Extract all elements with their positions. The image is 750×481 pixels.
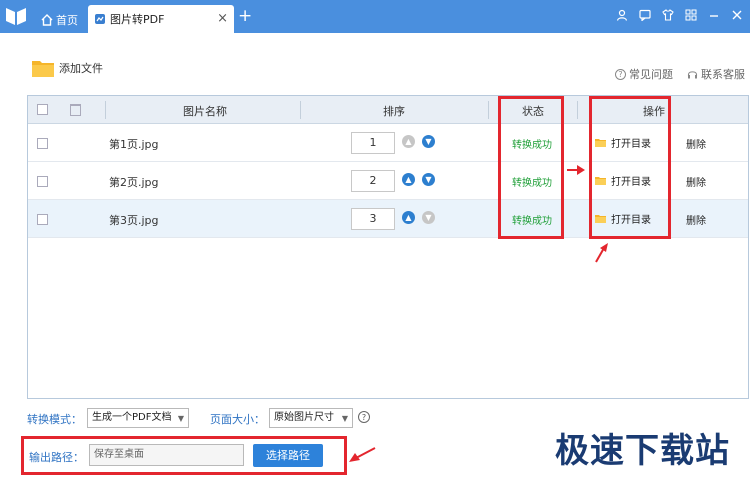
message-icon[interactable] (638, 8, 652, 22)
open-folder-link[interactable]: 打开目录 (595, 135, 651, 150)
order-input[interactable]: 1 (351, 132, 395, 154)
status-text: 转换成功 (512, 140, 552, 151)
contact-link[interactable]: 联系客服 (687, 66, 745, 82)
page-size-label: 页面大小： (210, 413, 265, 426)
faq-link[interactable]: ? 常见问题 (615, 66, 673, 82)
tab-image-to-pdf-label: 图片转PDF (110, 13, 165, 26)
order-input[interactable]: 3 (351, 208, 395, 230)
move-down-icon[interactable]: ▼ (422, 135, 435, 148)
headset-icon (687, 70, 698, 78)
delete-link[interactable]: 删除 (686, 212, 706, 227)
choose-path-button[interactable]: 选择路径 (253, 444, 323, 467)
tab-home[interactable]: 首页 (37, 6, 85, 33)
app-logo-icon (6, 8, 26, 25)
mode-select[interactable]: 生成一个PDF文档 ▼ (87, 408, 189, 428)
move-up-icon: ▲ (402, 135, 415, 148)
folder-icon (32, 61, 54, 77)
output-path-label: 输出路径： (29, 451, 84, 464)
move-down-icon[interactable]: ▼ (422, 173, 435, 186)
add-tab-icon[interactable]: + (238, 7, 252, 25)
title-bar: 首页 图片转PDF × + (0, 0, 750, 33)
file-table: 图片名称 排序 状态 操作 第1页.jpg 1 ▲ ▼ 转换成功 打开目录 删除… (27, 95, 749, 399)
user-icon[interactable] (615, 8, 629, 22)
add-file-label: 添加文件 (59, 62, 103, 75)
help-icon[interactable]: ? (358, 411, 370, 423)
header-action: 操作 (643, 105, 665, 118)
open-folder-label: 打开目录 (611, 139, 651, 150)
shirt-icon[interactable] (661, 8, 675, 22)
help-links: ? 常见问题 联系客服 (615, 66, 745, 82)
table-row[interactable]: 第1页.jpg 1 ▲ ▼ 转换成功 打开目录 删除 (28, 124, 748, 162)
row-checkbox[interactable] (37, 138, 48, 149)
tab-close-icon[interactable]: × (217, 11, 228, 26)
move-up-icon[interactable]: ▲ (402, 173, 415, 186)
folder-icon (595, 177, 606, 185)
row-checkbox[interactable] (37, 214, 48, 225)
open-folder-link[interactable]: 打开目录 (595, 173, 651, 188)
annotation-arrow-icon (595, 243, 608, 263)
column-divider (105, 101, 106, 119)
add-file-button[interactable]: 添加文件 (32, 59, 103, 77)
chevron-down-icon: ▼ (341, 414, 348, 423)
chevron-down-icon: ▼ (177, 414, 184, 423)
open-folder-link[interactable]: 打开目录 (595, 211, 651, 226)
open-folder-label: 打开目录 (611, 177, 651, 188)
open-folder-label: 打开目录 (611, 215, 651, 226)
mode-select-value: 生成一个PDF文档 (92, 412, 172, 423)
mode-label: 转换模式： (27, 413, 82, 426)
table-row[interactable]: 第3页.jpg 3 ▲ ▼ 转换成功 打开目录 删除 (28, 200, 748, 238)
file-name: 第1页.jpg (109, 138, 159, 151)
page-size-select-value: 原始图片尺寸 (274, 412, 334, 423)
delete-link[interactable]: 删除 (686, 136, 706, 151)
status-text: 转换成功 (512, 216, 552, 227)
move-up-icon[interactable]: ▲ (402, 211, 415, 224)
annotation-arrow-icon (567, 165, 585, 175)
header-status: 状态 (522, 105, 544, 118)
question-icon: ? (615, 68, 626, 80)
file-name: 第2页.jpg (109, 176, 159, 189)
folder-icon (595, 139, 606, 147)
close-icon[interactable] (730, 8, 744, 22)
column-divider (300, 101, 301, 119)
tab-home-label: 首页 (56, 13, 78, 27)
annotation-arrow-icon (349, 447, 376, 462)
order-input[interactable]: 2 (351, 170, 395, 192)
home-icon (41, 13, 53, 26)
column-divider (488, 101, 489, 119)
table-row[interactable]: 第2页.jpg 2 ▲ ▼ 转换成功 打开目录 删除 (28, 162, 748, 200)
window-controls (615, 8, 744, 22)
row-checkbox[interactable] (37, 176, 48, 187)
minimize-icon[interactable] (707, 8, 721, 22)
move-down-icon: ▼ (422, 211, 435, 224)
tab-image-to-pdf[interactable]: 图片转PDF × (88, 5, 234, 33)
delete-link[interactable]: 删除 (686, 174, 706, 189)
output-path-input[interactable]: 保存至桌面 (89, 444, 244, 466)
faq-label: 常见问题 (629, 68, 673, 81)
watermark: 极速下载站 (555, 431, 730, 471)
select-all-checkbox[interactable] (37, 104, 48, 115)
header-order: 排序 (383, 105, 405, 118)
grid-icon[interactable] (684, 8, 698, 22)
column-divider (577, 101, 578, 119)
contact-label: 联系客服 (701, 68, 745, 81)
file-name: 第3页.jpg (109, 214, 159, 227)
folder-icon (595, 215, 606, 223)
trash-icon[interactable] (70, 104, 81, 116)
table-header: 图片名称 排序 状态 操作 (28, 96, 748, 124)
status-text: 转换成功 (512, 178, 552, 189)
document-icon (95, 14, 105, 24)
header-name: 图片名称 (183, 105, 227, 118)
page-size-select[interactable]: 原始图片尺寸 ▼ (269, 408, 353, 428)
